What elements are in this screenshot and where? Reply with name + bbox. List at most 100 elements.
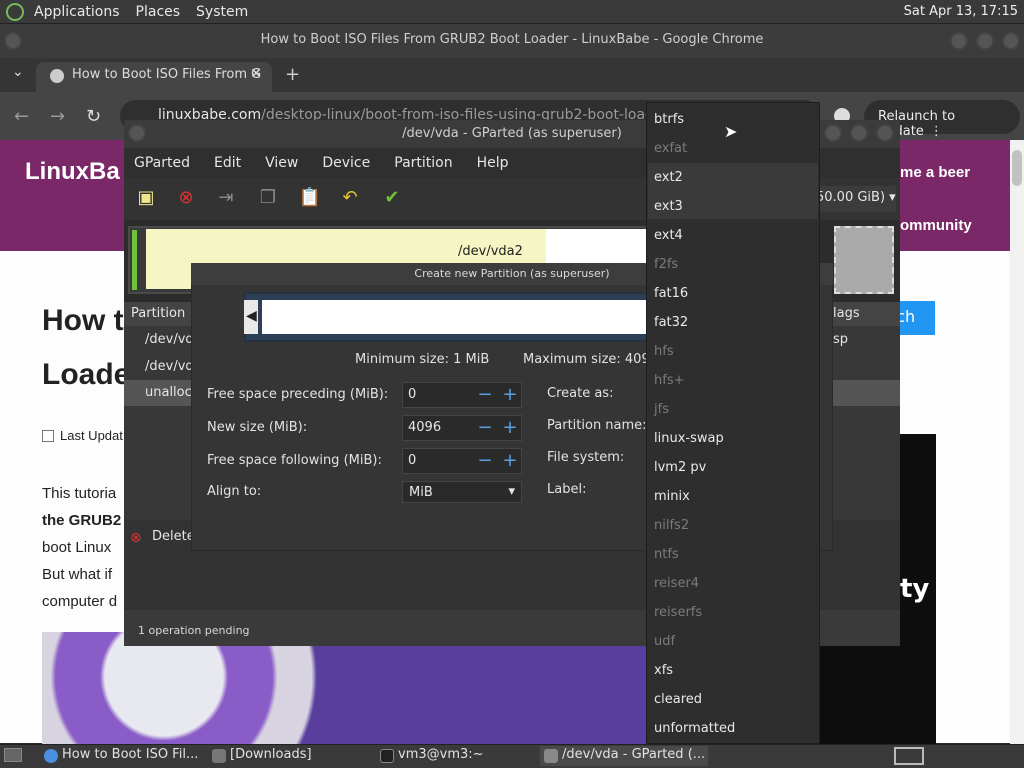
device-selector[interactable]: 50.00 GiB) ▾ — [810, 186, 896, 212]
taskbar-item-gparted[interactable]: /dev/vda - GParted (... — [540, 746, 708, 766]
minimize-icon[interactable] — [950, 32, 968, 50]
fs-option-exfat: exfat — [654, 141, 688, 156]
browser-tab[interactable]: How to Boot ISO Files From G ✕ — [36, 62, 272, 92]
fs-option-udf: udf — [654, 634, 676, 649]
decrement-icon[interactable]: − — [474, 449, 496, 473]
menu-gparted[interactable]: GParted — [134, 155, 190, 171]
menu-applications[interactable]: Applications — [34, 4, 120, 20]
taskbar-item-downloads[interactable]: [Downloads] — [208, 746, 368, 766]
back-icon[interactable]: ← — [14, 106, 29, 127]
decrement-icon[interactable]: − — [474, 416, 496, 440]
delete-icon[interactable]: ⊗ — [174, 186, 198, 210]
dropdown-arrow-icon: ▾ — [889, 190, 896, 205]
taskbar-label: [Downloads] — [230, 747, 312, 762]
taskbar-item-chrome[interactable]: How to Boot ISO Fil... — [40, 746, 200, 766]
scrollbar-thumb[interactable] — [1012, 150, 1022, 186]
partition-map-label: /dev/vda2 — [458, 244, 523, 259]
fs-option-hfs-: hfs+ — [654, 373, 685, 388]
close-icon[interactable] — [1002, 32, 1020, 50]
delete-op-icon: ⊗ — [130, 530, 142, 546]
slider-fill — [262, 300, 648, 334]
operation-item[interactable]: Delete — [152, 529, 195, 544]
column-partition[interactable]: Partition — [131, 306, 185, 321]
resize-icon[interactable]: ⇥ — [214, 186, 238, 210]
article-para-line: But what if — [42, 566, 113, 583]
apply-icon[interactable]: ✔ — [380, 186, 404, 210]
fs-option-cleared[interactable]: cleared — [654, 692, 702, 707]
menu-device[interactable]: Device — [322, 155, 370, 171]
min-size-label: Minimum size: 1 MiB — [355, 352, 490, 367]
align-select[interactable]: MiB ▾ — [402, 481, 522, 503]
increment-icon[interactable]: + — [499, 383, 521, 407]
article-para-line: boot Linux — [42, 539, 112, 556]
column-flags[interactable]: lags — [833, 306, 860, 321]
new-tab-icon[interactable]: + — [285, 64, 300, 85]
menu-system[interactable]: System — [196, 4, 248, 20]
fs-option-lvm2-pv[interactable]: lvm2 pv — [654, 460, 706, 475]
table-row[interactable]: /dev/vd — [145, 332, 194, 347]
fs-option-linux-swap[interactable]: linux-swap — [654, 431, 724, 446]
gparted-minimize-icon[interactable] — [824, 124, 842, 142]
partition-block-unallocated[interactable] — [834, 226, 894, 294]
label-label: Label: — [547, 482, 587, 497]
forward-icon[interactable]: → — [50, 106, 65, 127]
fs-option-minix[interactable]: minix — [654, 489, 690, 504]
gparted-menu-icon[interactable] — [128, 124, 146, 142]
menu-view[interactable]: View — [265, 155, 298, 171]
fs-option-btrfs[interactable]: btrfs — [654, 112, 684, 127]
menu-partition[interactable]: Partition — [394, 155, 452, 171]
article-para-line: computer d — [42, 593, 118, 610]
gparted-maximize-icon[interactable] — [850, 124, 868, 142]
fs-option-xfs[interactable]: xfs — [654, 663, 673, 678]
fs-option-ntfs: ntfs — [654, 547, 679, 562]
copy-icon[interactable]: ❐ — [256, 186, 280, 210]
taskbar-item-terminal[interactable]: vm3@vm3:~ — [376, 746, 536, 766]
article-image — [42, 632, 652, 744]
undo-icon[interactable]: ↶ — [338, 186, 362, 210]
more-menu-icon[interactable]: ⋮ — [930, 124, 943, 139]
calendar-icon — [42, 430, 54, 442]
menu-edit[interactable]: Edit — [214, 155, 241, 171]
new-partition-icon[interactable]: ▣ — [134, 186, 158, 210]
new-size-label: New size (MiB): — [207, 420, 308, 435]
show-desktop-icon[interactable] — [4, 748, 22, 762]
fs-option-fat32[interactable]: fat32 — [654, 315, 688, 330]
fs-option-ext3[interactable]: ext3 — [654, 199, 683, 214]
clock[interactable]: Sat Apr 13, 17:15 — [904, 4, 1018, 19]
chrome-menu-icon[interactable] — [4, 32, 22, 50]
nav-link-community[interactable]: ommunity — [900, 217, 972, 234]
taskbar-label: /dev/vda - GParted (... — [562, 747, 706, 762]
distro-logo-icon[interactable] — [6, 2, 24, 21]
tab-close-icon[interactable]: ✕ — [250, 66, 262, 82]
fs-option-ext4[interactable]: ext4 — [654, 228, 683, 243]
favicon-icon — [50, 69, 64, 83]
page-scrollbar[interactable] — [1010, 140, 1024, 744]
max-size-label: Maximum size: 4096 — [523, 352, 658, 367]
workspace-switcher-icon[interactable] — [894, 747, 924, 765]
gparted-close-icon[interactable] — [876, 124, 894, 142]
table-row[interactable]: /dev/vd — [145, 359, 194, 374]
folder-icon — [212, 749, 226, 763]
free-preceding-label: Free space preceding (MiB): — [207, 387, 389, 402]
reload-icon[interactable]: ↻ — [86, 106, 101, 127]
article-heading-line-1: How t — [42, 304, 124, 337]
fs-option-ext2[interactable]: ext2 — [654, 170, 683, 185]
fs-option-nilfs2: nilfs2 — [654, 518, 690, 533]
tab-list-chevron-icon[interactable]: ⌄ — [12, 64, 24, 80]
article-para-line: the GRUB2 — [42, 512, 122, 529]
fs-option-unformatted[interactable]: unformatted — [654, 721, 735, 736]
decrement-icon[interactable]: − — [474, 383, 496, 407]
align-value: MiB — [409, 485, 433, 500]
increment-icon[interactable]: + — [499, 449, 521, 473]
file-system-label: File system: — [547, 450, 625, 465]
taskbar-label: How to Boot ISO Fil... — [62, 747, 199, 762]
fs-option-reiser4: reiser4 — [654, 576, 700, 591]
menu-places[interactable]: Places — [136, 4, 181, 20]
nav-link-beer[interactable]: me a beer — [900, 164, 970, 181]
paste-icon[interactable]: 📋 — [298, 186, 322, 210]
menu-help[interactable]: Help — [477, 155, 509, 171]
fs-option-fat16[interactable]: fat16 — [654, 286, 688, 301]
site-logo[interactable]: LinuxBa — [25, 158, 120, 186]
maximize-icon[interactable] — [976, 32, 994, 50]
increment-icon[interactable]: + — [499, 416, 521, 440]
